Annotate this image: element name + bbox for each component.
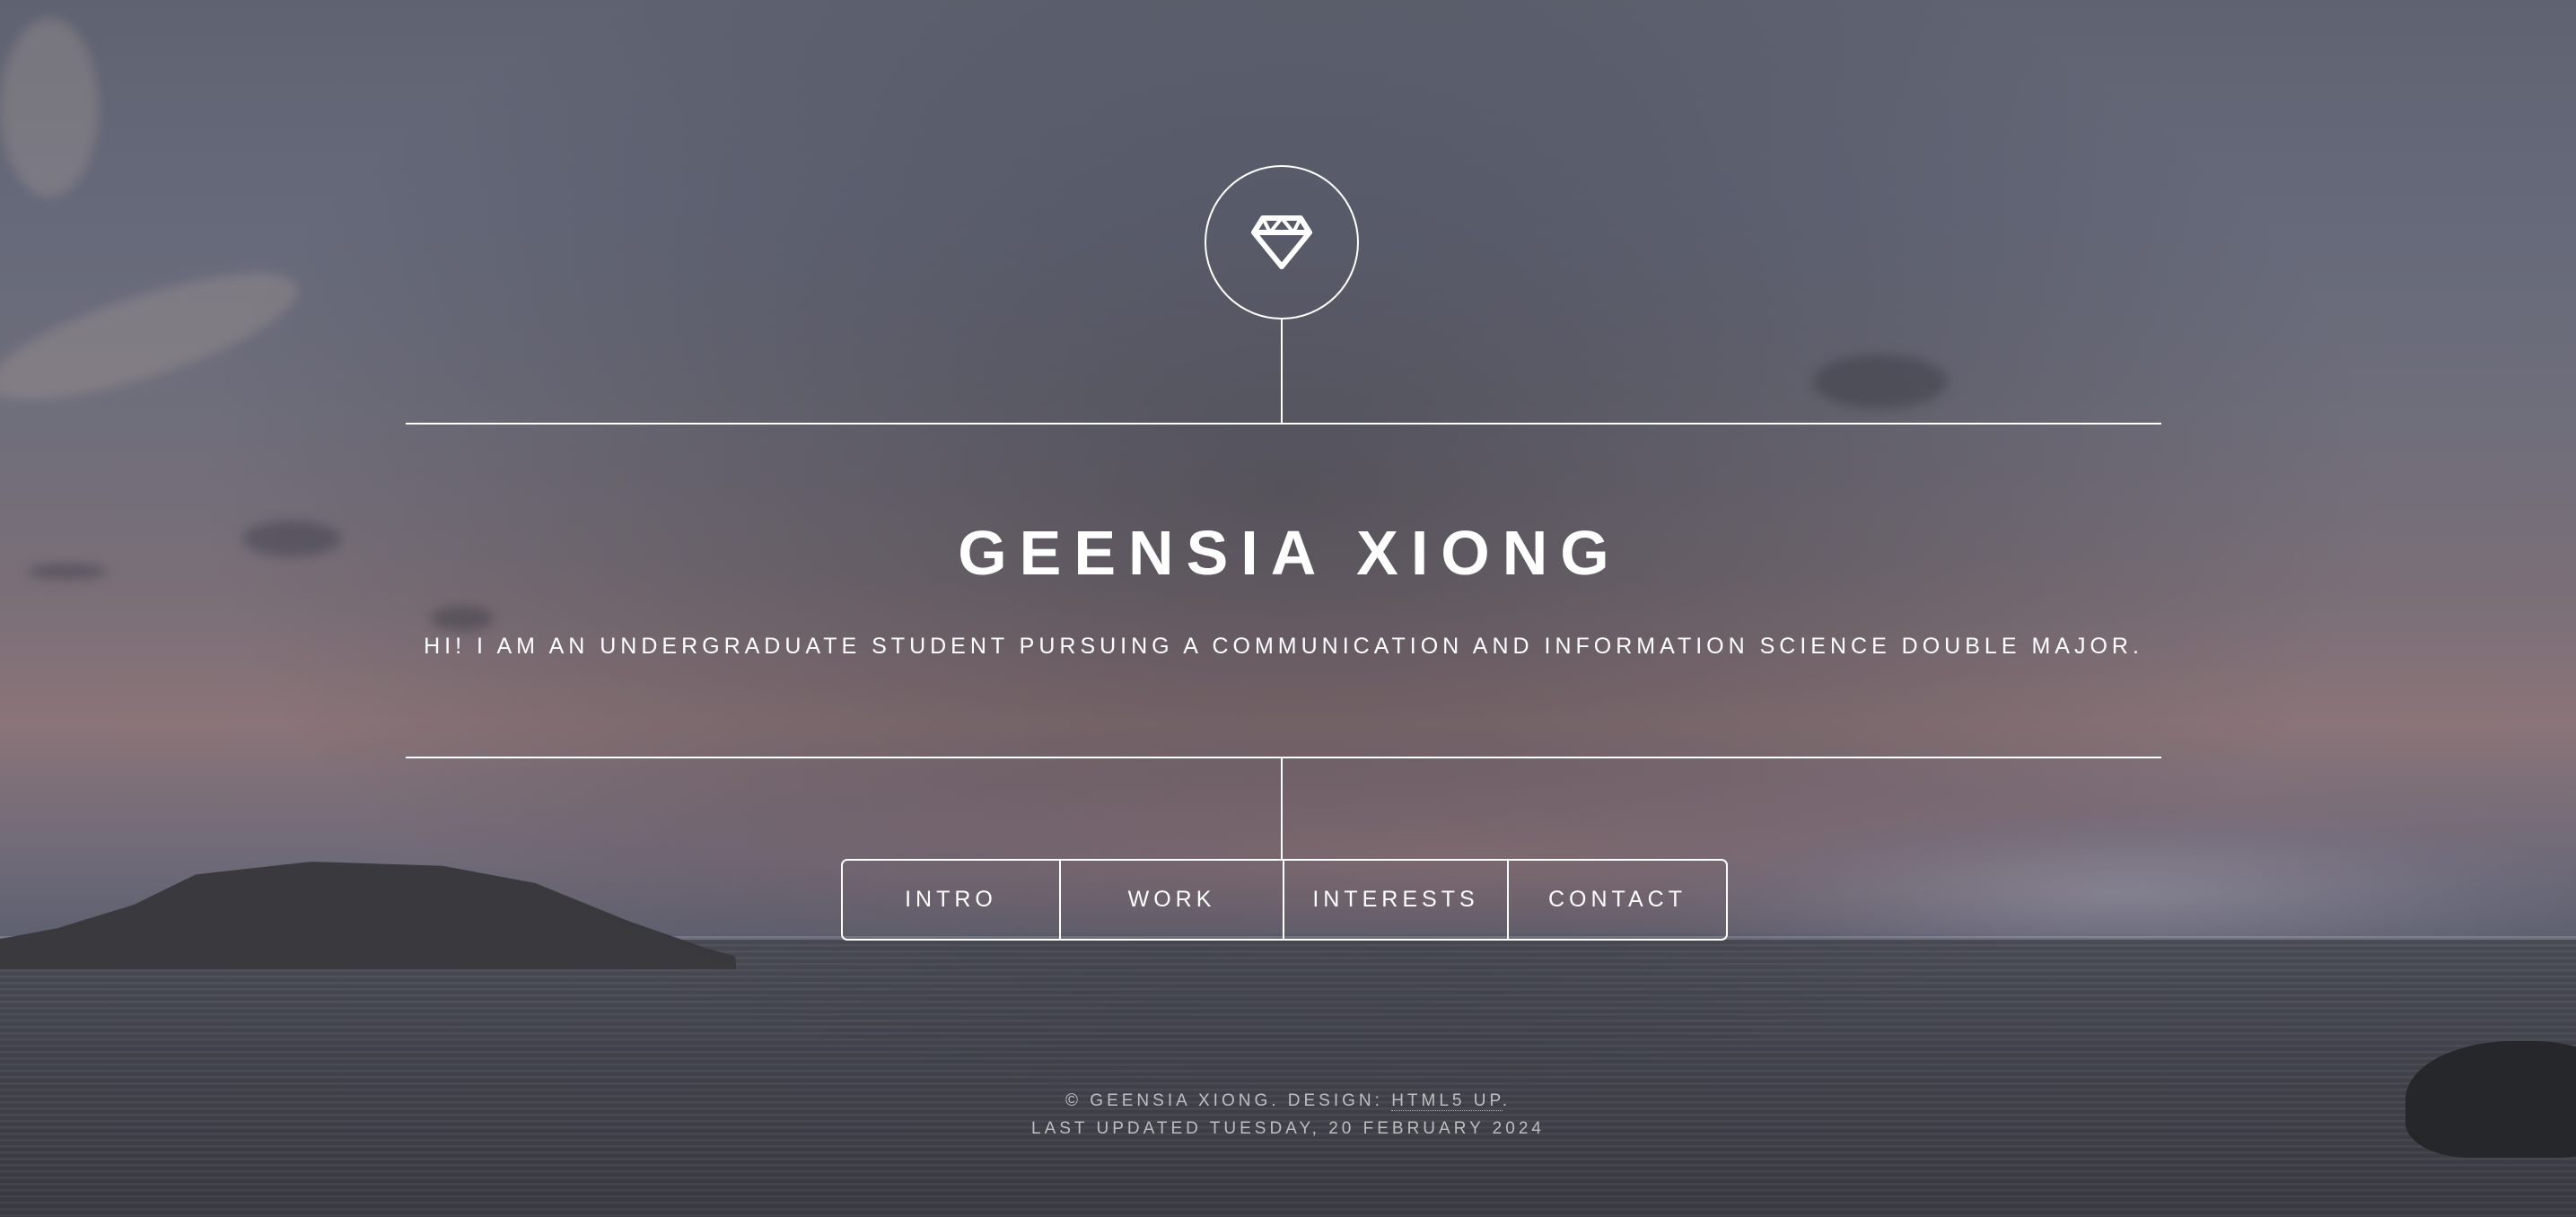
diamond-icon xyxy=(1251,215,1312,269)
page-title: GEENSIA XIONG xyxy=(958,518,1622,588)
last-updated: LAST UPDATED TUESDAY, 20 FEBRUARY 2024 xyxy=(1031,1119,1545,1138)
nav-intro[interactable]: INTRO xyxy=(843,861,1059,939)
nav-interests[interactable]: INTERESTS xyxy=(1283,861,1507,939)
page-subtitle: HI! I AM AN UNDERGRADUATE STUDENT PURSUI… xyxy=(424,634,2143,659)
nav-contact[interactable]: CONTACT xyxy=(1507,861,1726,939)
copyright-end: . xyxy=(1502,1091,1511,1110)
header-bottom-rule xyxy=(406,757,2161,758)
logo xyxy=(1205,165,1359,320)
nav-work[interactable]: WORK xyxy=(1059,861,1283,939)
logo-connector-line xyxy=(1281,320,1283,424)
nav-connector-line xyxy=(1281,758,1283,861)
copyright-text: © GEENSIA XIONG. DESIGN: xyxy=(1065,1091,1392,1110)
footer-copyright: © GEENSIA XIONG. DESIGN: HTML5 UP. xyxy=(0,1087,2576,1115)
design-credit-link[interactable]: HTML5 UP xyxy=(1391,1091,1503,1111)
header-top-rule xyxy=(406,423,2161,425)
main-nav: INTRO WORK INTERESTS CONTACT xyxy=(841,859,1728,941)
footer: © GEENSIA XIONG. DESIGN: HTML5 UP. LAST … xyxy=(0,1087,2576,1143)
